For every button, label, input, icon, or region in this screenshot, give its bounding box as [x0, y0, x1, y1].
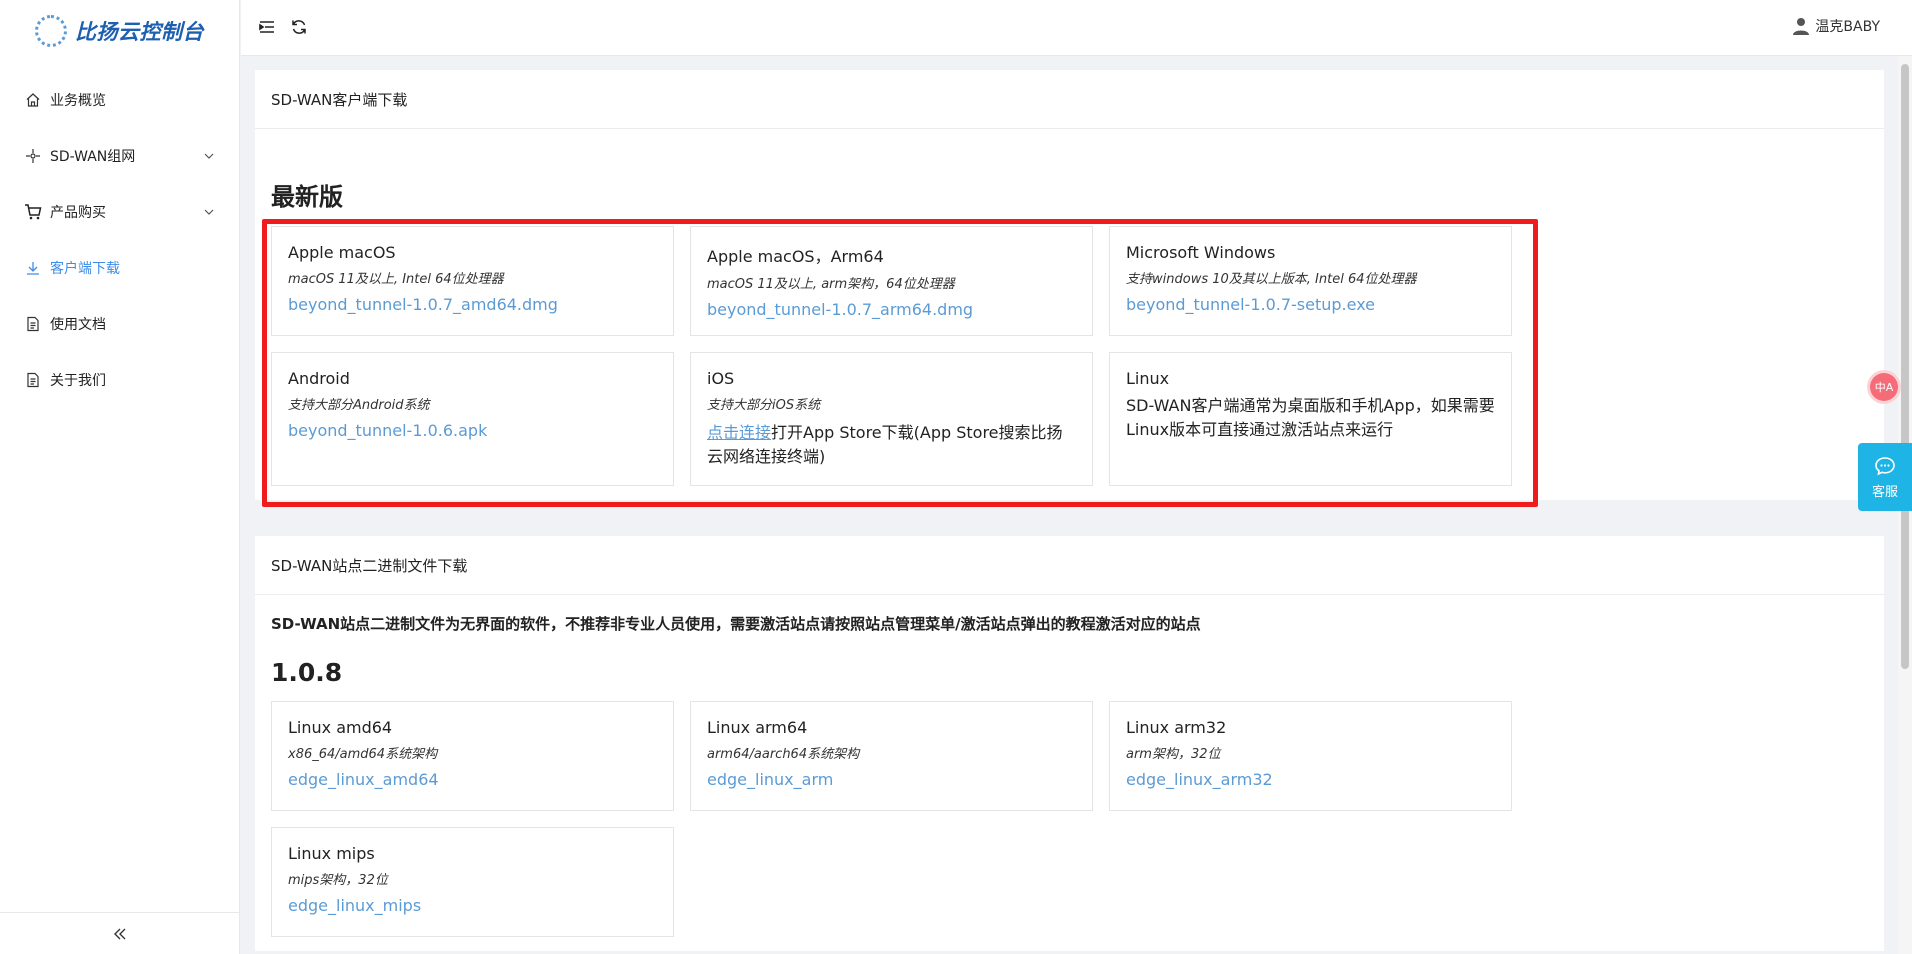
download-link-linux-mips[interactable]: edge_linux_mips — [288, 896, 421, 915]
tile-subtitle: arm架构，32位 — [1126, 747, 1221, 762]
tile-title: Linux mips — [288, 844, 375, 863]
download-tile-windows: Microsoft Windows 支持windows 10及其以上版本, In… — [1109, 226, 1512, 336]
binary-notice: SD-WAN站点二进制文件为无界面的软件，不推荐非专业人员使用，需要激活站点请按… — [271, 615, 1201, 633]
main-content: SD-WAN客户端下载 最新版 Apple macOS macOS 11及以上,… — [241, 56, 1898, 954]
menu-fold-button[interactable] — [257, 17, 277, 37]
sidebar-nav: 业务概览 SD-WAN组网 产品购买 客户端下载 使用文档 关于我们 — [0, 72, 239, 408]
user-icon — [1793, 18, 1810, 35]
tile-title: Linux arm64 — [707, 718, 808, 737]
binary-download-grid: Linux amd64 x86_64/amd64系统架构 edge_linux_… — [271, 701, 1868, 937]
home-icon — [24, 91, 42, 109]
download-link-linux-arm64[interactable]: edge_linux_arm — [707, 770, 833, 789]
card-title: SD-WAN客户端下载 — [255, 70, 1884, 129]
chevron-down-icon — [204, 209, 214, 215]
brand-name: 比扬云控制台 — [75, 20, 204, 44]
customer-service-button[interactable]: 客服 — [1858, 443, 1912, 511]
sidebar-item-label: 业务概览 — [50, 93, 106, 109]
customer-service-label: 客服 — [1871, 484, 1898, 500]
sidebar-collapse-button[interactable] — [0, 912, 239, 954]
sidebar: 比扬云控制台 业务概览 SD-WAN组网 产品购买 客户端下载 使用文档 关于我… — [0, 0, 240, 954]
tile-description: 点击连接打开App Store下载(App Store搜索比扬云网络连接终端) — [707, 421, 1076, 469]
menu-fold-icon — [259, 21, 274, 33]
tile-subtitle: macOS 11及以上, Intel 64位处理器 — [288, 272, 504, 287]
sidebar-item-label: 客户端下载 — [50, 261, 120, 277]
download-link-macos-amd64[interactable]: beyond_tunnel-1.0.7_amd64.dmg — [288, 295, 558, 314]
tile-subtitle: 支持windows 10及其以上版本, Intel 64位处理器 — [1126, 272, 1417, 287]
sidebar-item-purchase[interactable]: 产品购买 — [0, 184, 239, 240]
refresh-button[interactable] — [289, 17, 309, 37]
brand-logo[interactable]: 比扬云控制台 — [0, 0, 239, 62]
sidebar-item-about[interactable]: 关于我们 — [0, 352, 239, 408]
translate-icon: 中A — [1874, 381, 1894, 394]
binary-download-card: SD-WAN站点二进制文件下载 SD-WAN站点二进制文件为无界面的软件，不推荐… — [255, 536, 1884, 951]
network-icon — [24, 147, 42, 165]
refresh-icon — [292, 20, 306, 34]
tile-subtitle: arm64/aarch64系统架构 — [707, 747, 860, 762]
download-link-android[interactable]: beyond_tunnel-1.0.6.apk — [288, 421, 487, 440]
download-tile-ios: iOS 支持大部分iOS系统 点击连接打开App Store下载(App Sto… — [690, 352, 1093, 486]
download-link-windows[interactable]: beyond_tunnel-1.0.7-setup.exe — [1126, 295, 1375, 314]
download-tile-macos-arm64: Apple macOS，Arm64 macOS 11及以上, arm架构，64位… — [690, 226, 1093, 336]
sidebar-item-label: SD-WAN组网 — [50, 149, 136, 165]
sidebar-item-label: 关于我们 — [50, 373, 106, 389]
info-document-icon — [24, 371, 42, 389]
tile-title: Linux amd64 — [288, 718, 393, 737]
sidebar-item-label: 产品购买 — [50, 205, 106, 221]
tile-subtitle: 支持大部分Android系统 — [288, 398, 430, 413]
tile-title: Android — [288, 369, 350, 388]
chevron-down-icon — [204, 153, 214, 159]
download-tile-linux-mips: Linux mips mips架构，32位 edge_linux_mips — [271, 827, 674, 937]
download-tile-linux-arm32: Linux arm32 arm架构，32位 edge_linux_arm32 — [1109, 701, 1512, 811]
section-title-version: 1.0.8 — [271, 658, 343, 687]
download-tile-linux-arm64: Linux arm64 arm64/aarch64系统架构 edge_linux… — [690, 701, 1093, 811]
tile-title: Linux — [1126, 369, 1170, 388]
chat-bubble-icon — [1875, 456, 1895, 475]
tile-description: SD-WAN客户端通常为桌面版和手机App，如果需要Linux版本可直接通过激活… — [1126, 396, 1495, 439]
sidebar-item-client-download[interactable]: 客户端下载 — [0, 240, 239, 296]
client-download-card: SD-WAN客户端下载 最新版 Apple macOS macOS 11及以上,… — [255, 70, 1884, 500]
download-link-macos-arm64[interactable]: beyond_tunnel-1.0.7_arm64.dmg — [707, 300, 973, 319]
app-store-link[interactable]: 点击连接 — [707, 423, 771, 442]
tile-title: Microsoft Windows — [1126, 243, 1276, 262]
double-chevron-left-icon — [113, 928, 125, 939]
download-tile-linux: Linux SD-WAN客户端通常为桌面版和手机App，如果需要Linux版本可… — [1109, 352, 1512, 486]
section-title-latest: 最新版 — [271, 183, 343, 211]
sidebar-item-sdwan[interactable]: SD-WAN组网 — [0, 128, 239, 184]
translate-button[interactable]: 中A — [1870, 373, 1898, 401]
tile-title: iOS — [707, 369, 735, 388]
user-name: 温克BABY — [1815, 19, 1880, 35]
download-tile-linux-amd64: Linux amd64 x86_64/amd64系统架构 edge_linux_… — [271, 701, 674, 811]
download-tile-macos: Apple macOS macOS 11及以上, Intel 64位处理器 be… — [271, 226, 674, 336]
tile-subtitle: mips架构，32位 — [288, 873, 388, 888]
sidebar-item-overview[interactable]: 业务概览 — [0, 72, 239, 128]
tile-title: Linux arm32 — [1126, 718, 1227, 737]
cart-icon — [24, 203, 42, 221]
download-tile-android: Android 支持大部分Android系统 beyond_tunnel-1.0… — [271, 352, 674, 486]
download-link-linux-amd64[interactable]: edge_linux_amd64 — [288, 770, 439, 789]
top-header: 温克BABY — [241, 0, 1912, 56]
sidebar-item-docs[interactable]: 使用文档 — [0, 296, 239, 352]
client-download-grid: Apple macOS macOS 11及以上, Intel 64位处理器 be… — [271, 226, 1868, 486]
sidebar-item-label: 使用文档 — [50, 317, 106, 333]
download-link-linux-arm32[interactable]: edge_linux_arm32 — [1126, 770, 1273, 789]
tile-title: Apple macOS，Arm64 — [707, 247, 884, 266]
card-title: SD-WAN站点二进制文件下载 — [255, 536, 1884, 595]
download-icon — [24, 259, 42, 277]
logo-mark-icon — [35, 15, 67, 47]
user-menu[interactable]: 温克BABY — [1791, 16, 1880, 36]
document-icon — [24, 315, 42, 333]
tile-subtitle: x86_64/amd64系统架构 — [288, 747, 438, 762]
scrollbar-thumb[interactable] — [1901, 64, 1909, 669]
tile-subtitle: 支持大部分iOS系统 — [707, 398, 821, 413]
tile-title: Apple macOS — [288, 243, 396, 262]
tile-subtitle: macOS 11及以上, arm架构，64位处理器 — [707, 277, 955, 292]
